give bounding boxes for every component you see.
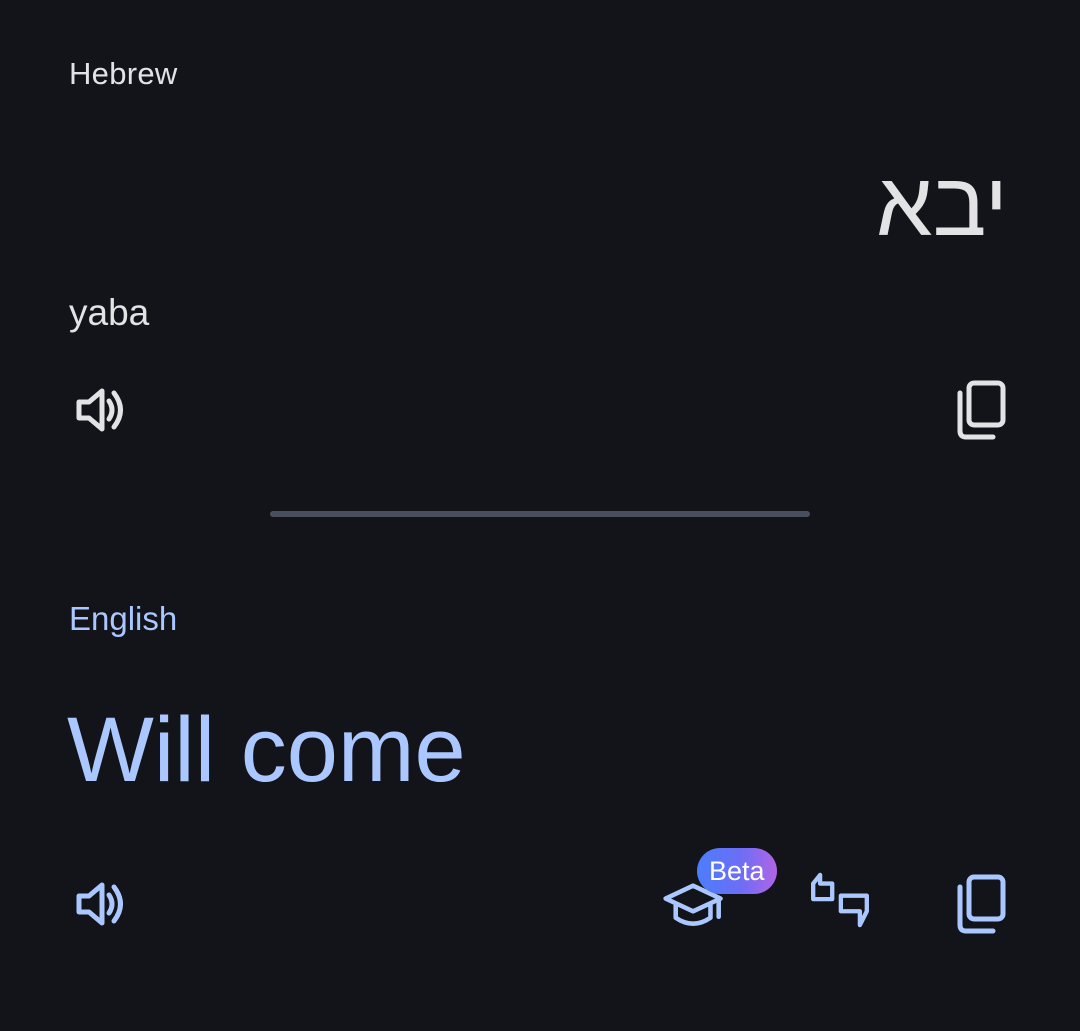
alternatives-button[interactable] xyxy=(808,868,872,932)
source-copy-button[interactable] xyxy=(948,378,1012,442)
copy-icon xyxy=(957,380,1006,440)
source-text[interactable]: יבא xyxy=(876,160,1008,250)
quote-icon xyxy=(811,872,869,928)
copy-icon xyxy=(957,874,1006,934)
source-listen-button[interactable] xyxy=(67,378,131,442)
volume-icon xyxy=(76,388,123,432)
target-language-label: English xyxy=(69,600,178,637)
target-copy-button[interactable] xyxy=(948,872,1012,936)
target-listen-button[interactable] xyxy=(67,872,131,936)
volume-icon xyxy=(76,882,123,926)
panel-divider[interactable] xyxy=(270,511,810,517)
target-text[interactable]: Will come xyxy=(67,699,466,801)
source-language-label: Hebrew xyxy=(69,56,178,91)
beta-badge: Beta xyxy=(697,848,777,894)
source-transliteration: yaba xyxy=(69,292,150,333)
